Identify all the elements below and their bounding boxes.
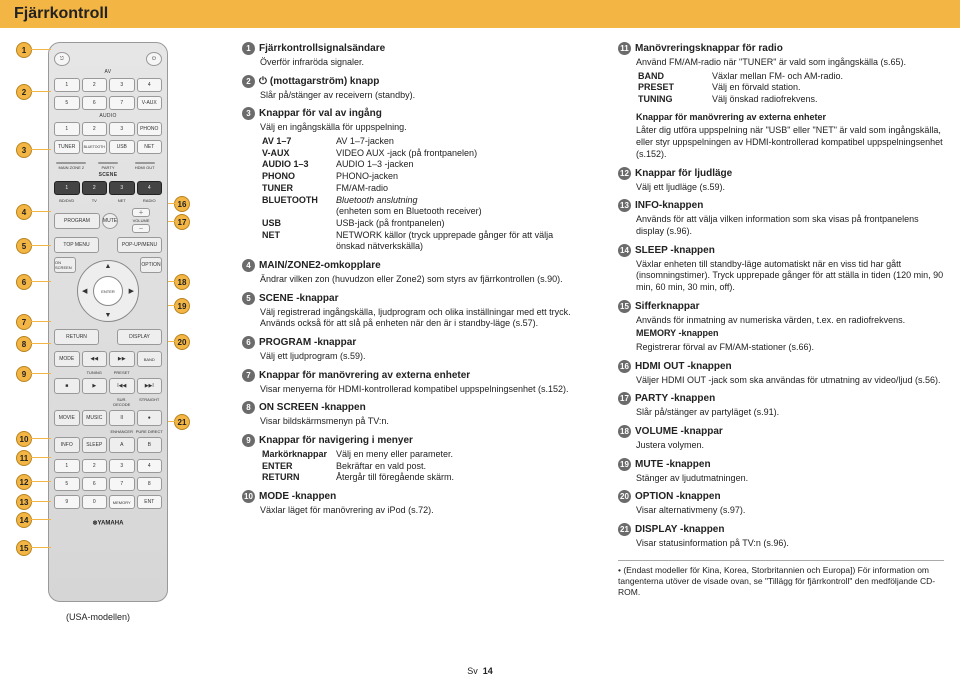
item-21-head: DISPLAY -knappen [635, 524, 724, 535]
item-10-head: MODE -knappen [259, 491, 336, 502]
item-15b-head: MEMORY -knappen [636, 328, 944, 340]
badge-4: 4 [16, 204, 32, 220]
item-4-head: MAIN/ZONE2-omkopplare [259, 260, 381, 271]
remote-column: ⎋⏻ AV 1234 567V-AUX AUDIO 123PHONO TUNER… [16, 36, 226, 598]
item-18-head: VOLUME -knappar [635, 426, 723, 437]
badge-13: 13 [16, 494, 32, 510]
item-1-desc: Överför infraröda signaler. [260, 57, 602, 69]
label-scene: SCENE [53, 172, 163, 178]
badge-17: 17 [174, 214, 190, 230]
item-3-table: AV 1–7AV 1–7-jacken V-AUXVIDEO AUX -jack… [260, 136, 602, 253]
badge-10: 10 [16, 431, 32, 447]
item-12-desc: Välj ett ljudläge (s.59). [636, 182, 944, 194]
item-14-desc: Växlar enheten till standby-läge automat… [636, 259, 944, 294]
page-footer: Sv 14 [0, 666, 960, 676]
power-icon: ⏻ [259, 76, 267, 87]
item-9-table: MarkörknapparVälj en meny eller paramete… [260, 449, 602, 484]
description-column-2: 11Manövreringsknappar för radio Använd F… [618, 36, 944, 598]
badge-7: 7 [16, 314, 32, 330]
badge-9: 9 [16, 366, 32, 382]
badge-11: 11 [16, 450, 32, 466]
item-17-head: PARTY -knappen [635, 393, 715, 404]
badge-16: 16 [174, 196, 190, 212]
item-11-head: Manövreringsknappar för radio [635, 43, 783, 54]
label-av: AV [53, 69, 163, 75]
badge-3: 3 [16, 142, 32, 158]
item-21-desc: Visar statusinformation på TV:n (s.96). [636, 538, 944, 550]
item-12-head: Knappar för ljudläge [635, 168, 732, 179]
badge-5: 5 [16, 238, 32, 254]
item-11b-desc: Låter dig utföra uppspelning när "USB" e… [636, 125, 944, 160]
item-16-head: HDMI OUT -knappen [635, 361, 732, 372]
item-19-head: MUTE -knappen [635, 459, 711, 470]
item-20-desc: Visar alternativmeny (s.97). [636, 505, 944, 517]
item-11b-head: Knappar för manövrering av externa enhet… [636, 112, 944, 124]
usa-model-note: (USA-modellen) [66, 612, 130, 622]
footnote: • (Endast modeller för Kina, Korea, Stor… [618, 560, 944, 598]
item-17-desc: Slår på/stänger av partyläget (s.91). [636, 407, 944, 419]
item-13-desc: Används för att välja vilken information… [636, 214, 944, 237]
item-19-desc: Stänger av ljudutmatningen. [636, 473, 944, 485]
badge-15: 15 [16, 540, 32, 556]
item-2-head: (mottagarström) knapp [270, 76, 379, 87]
item-15-head: Sifferknappar [635, 301, 699, 312]
item-16-desc: Väljer HDMI OUT -jack som ska användas f… [636, 375, 944, 387]
label-audio: AUDIO [53, 113, 163, 119]
item-3-head: Knappar för val av ingång [259, 108, 382, 119]
badge-14: 14 [16, 512, 32, 528]
badge-20: 20 [174, 334, 190, 350]
badge-18: 18 [174, 274, 190, 290]
item-11-table: BANDVäxlar mellan FM- och AM-radio. PRES… [636, 71, 944, 106]
badge-21: 21 [174, 414, 190, 430]
item-7-head: Knappar för manövrering av externa enhet… [259, 370, 470, 381]
item-11-desc: Använd FM/AM-radio när "TUNER" är vald s… [636, 57, 944, 69]
item-20-head: OPTION -knappen [635, 491, 721, 502]
description-column-1: 1Fjärrkontrollsignalsändare Överför infr… [242, 36, 602, 598]
item-3-desc: Välj en ingångskälla för uppspelning. [260, 122, 602, 134]
item-9-head: Knappar för navigering i menyer [259, 435, 413, 446]
badge-12: 12 [16, 474, 32, 490]
item-4-desc: Ändrar vilken zon (huvudzon eller Zone2)… [260, 274, 602, 286]
item-10-desc: Växlar läget för manövrering av iPod (s.… [260, 505, 602, 517]
badge-1: 1 [16, 42, 32, 58]
item-15-desc: Används för inmatning av numeriska värde… [636, 315, 944, 327]
item-1-head: Fjärrkontrollsignalsändare [259, 43, 385, 54]
brand-logo: ⊗YAMAHA [53, 516, 163, 530]
item-7-desc: Visar menyerna för HDMI-kontrollerad kom… [260, 384, 602, 396]
badge-19: 19 [174, 298, 190, 314]
item-14-head: SLEEP -knappen [635, 245, 715, 256]
item-5-desc: Välj registrerad ingångskälla, ljudprogr… [260, 307, 602, 330]
svg-text:⊗YAMAHA: ⊗YAMAHA [92, 520, 124, 526]
item-13-head: INFO-knappen [635, 200, 703, 211]
item-5-head: SCENE -knappar [259, 293, 338, 304]
item-18-desc: Justera volymen. [636, 440, 944, 452]
badge-8: 8 [16, 336, 32, 352]
remote-body: ⎋⏻ AV 1234 567V-AUX AUDIO 123PHONO TUNER… [48, 42, 168, 602]
item-6-head: PROGRAM -knappar [259, 337, 356, 348]
page-title: Fjärrkontroll [0, 0, 960, 28]
item-8-head: ON SCREEN -knappen [259, 402, 366, 413]
badge-2: 2 [16, 84, 32, 100]
item-6-desc: Välj ett ljudprogram (s.59). [260, 351, 602, 363]
badge-6: 6 [16, 274, 32, 290]
item-15b-desc: Registrerar förval av FM/AM-stationer (s… [636, 342, 944, 354]
item-2-desc: Slår på/stänger av receivern (standby). [260, 90, 602, 102]
item-8-desc: Visar bildskärmsmenyn på TV:n. [260, 416, 602, 428]
